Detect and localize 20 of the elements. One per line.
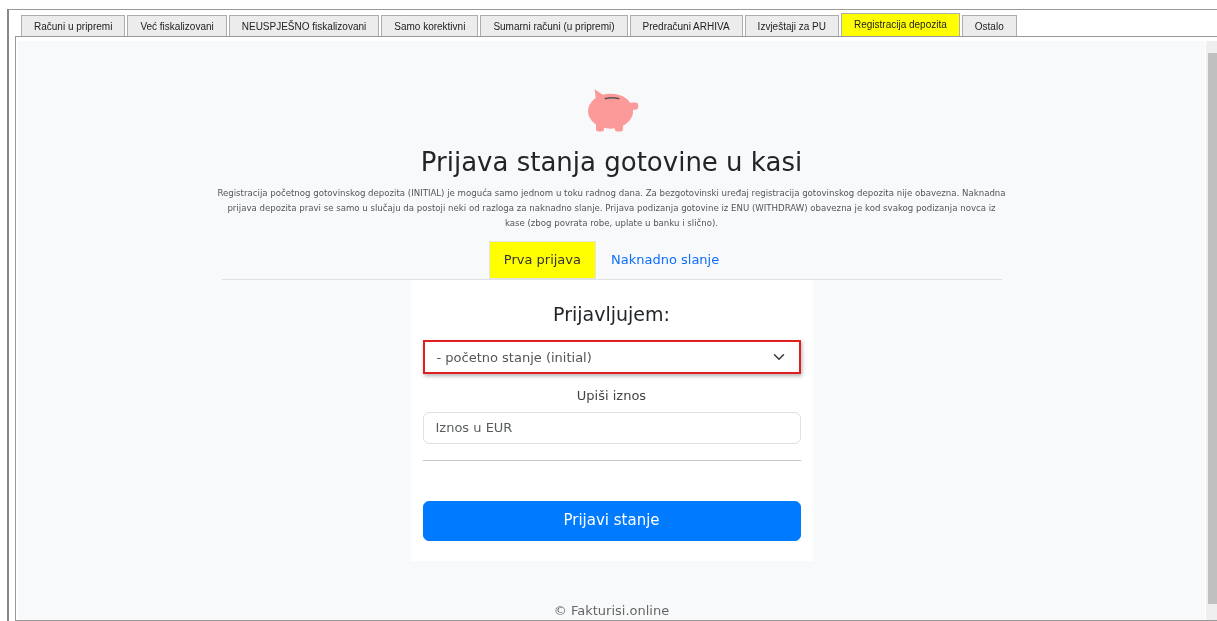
deposit-type-select[interactable]: - početno stanje (initial): [422, 340, 801, 374]
tab[interactable]: Ostalo: [961, 15, 1017, 36]
tab[interactable]: Izvještaji za PU: [744, 15, 839, 36]
sub-tab[interactable]: Prva prijava: [488, 241, 596, 279]
submit-button[interactable]: Prijavi stanje: [422, 500, 801, 541]
tab[interactable]: Sumarni računi (u pripremi): [480, 15, 628, 36]
sub-tab[interactable]: Naknadno slanje: [596, 241, 735, 279]
scrollbar[interactable]: [1206, 41, 1217, 620]
footer-text: © Fakturisi.online: [553, 601, 670, 620]
amount-label: Upiši iznos: [575, 387, 648, 405]
tab[interactable]: NEUSPJEŠNO fiskalizovani: [228, 15, 380, 36]
form-heading: Prijavljujem:: [552, 301, 671, 327]
page-title: Prijava stanja gotovine u kasi: [420, 146, 803, 179]
tab[interactable]: Samo korektivni: [381, 15, 479, 36]
tab[interactable]: Već fiskalizovani: [127, 15, 227, 36]
description-text: Registracija početnog gotovinskog depozita (INITIAL) je moguća samo jednom u toku radnog dana. Za bezgotovinski uređaj registracija gotovinskog depozita nije obavezna. Naknadna prijava depozita pravi se samo u slučaju da postoji neki od razloga za naknadno slanje. Prijava podizanja gotovine iz ENU (WITHDRAW) obavezna je kod svakog podizanja novca iz kase (zbog povrata robe, uplate u banku i slično).: [216, 187, 1007, 230]
amount-input[interactable]: Iznos u EUR: [422, 411, 801, 444]
tab[interactable]: Predračuni ARHIVA: [629, 15, 743, 36]
tab[interactable]: Računi u pripremi: [21, 15, 126, 36]
tab[interactable]: Registracija depozita: [840, 13, 960, 36]
